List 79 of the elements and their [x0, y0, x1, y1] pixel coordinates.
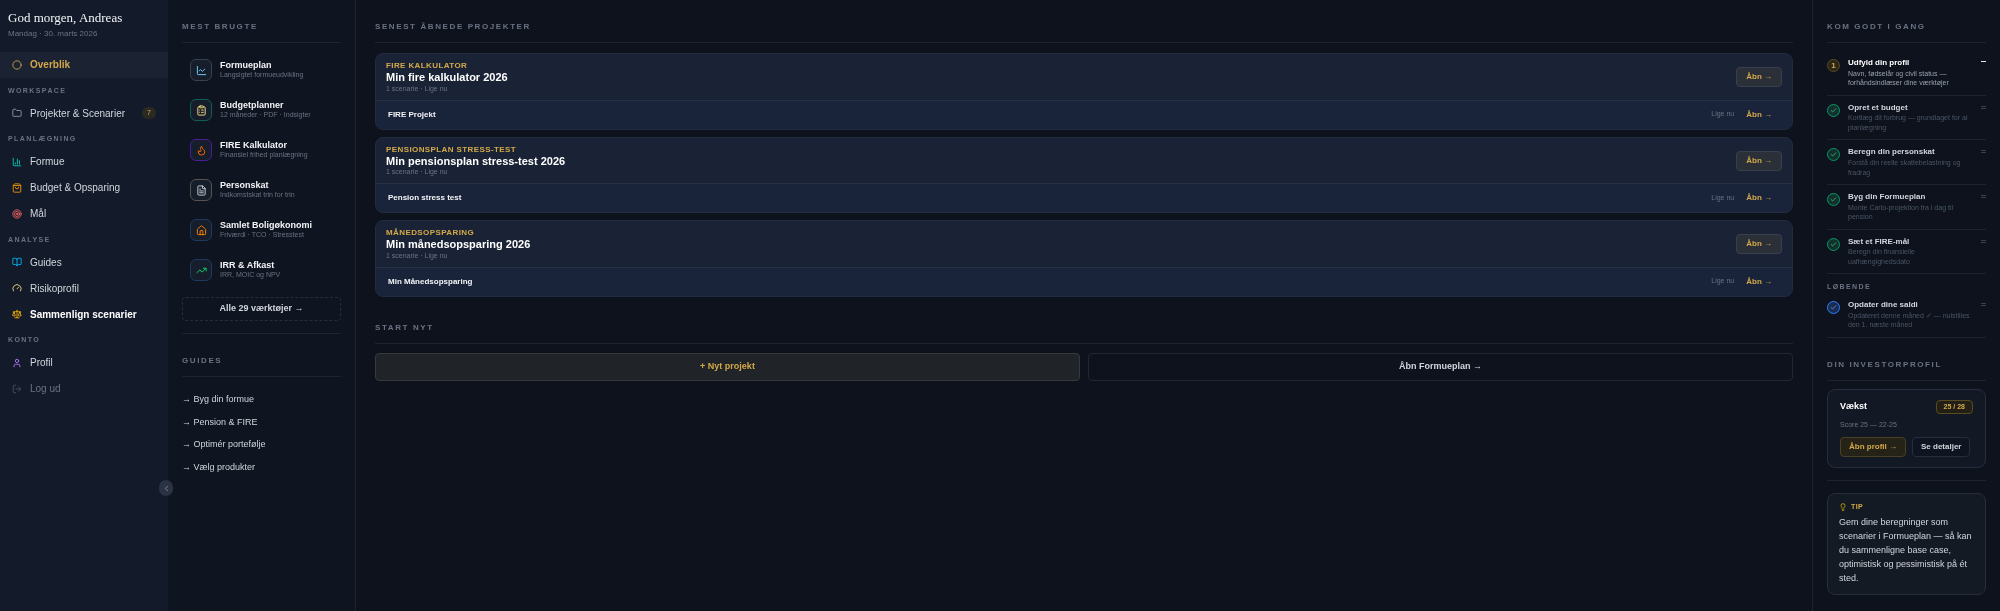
drag-handle-icon[interactable] — [1981, 105, 1986, 109]
project-category: MÅNEDSOPSPARING — [386, 228, 475, 238]
drag-handle-icon[interactable] — [1981, 239, 1986, 243]
drag-handle-icon[interactable] — [1981, 150, 1986, 154]
step-number: 1 — [1827, 59, 1840, 72]
circle-icon — [12, 59, 22, 70]
step-title: Sæt et FIRE-mål — [1848, 236, 1911, 248]
nav-item[interactable]: Formue — [0, 148, 168, 175]
tool-name: FIRE Kalkulator — [220, 140, 288, 152]
trend-icon — [190, 259, 212, 281]
tool-name: Samlet Boligøkonomi — [220, 220, 312, 232]
scale-icon — [12, 309, 22, 319]
guide-link[interactable]: → Pension & FIRE — [182, 415, 258, 429]
target-icon — [12, 208, 22, 219]
nav-item[interactable]: Profil — [0, 349, 168, 376]
line-chart-icon — [190, 59, 212, 81]
section-heading: SENEST ÅBNEDE PROJEKTER — [375, 22, 531, 31]
date-text: Mandag · 30. marts 2026 — [8, 27, 98, 40]
open-link[interactable]: Åbn → — [1746, 108, 1772, 121]
open-button[interactable]: Åbn → — [1736, 150, 1782, 171]
logout-icon — [12, 383, 22, 394]
tip-text: Gem dine beregninger som scenarier i Formueplan — så kan du sammenligne base case, optimistisk og pessimistisk på ét sted. — [1839, 516, 1973, 585]
drag-handle-icon[interactable] — [1981, 302, 1986, 306]
scenario-name: Pension stress test — [388, 192, 463, 204]
open-link[interactable]: Åbn → — [1746, 275, 1772, 288]
section-heading: START NYT — [375, 322, 434, 332]
bag-icon — [12, 182, 22, 193]
nav-item[interactable]: Overblik — [0, 51, 168, 78]
nav-item[interactable]: Guides — [0, 249, 168, 275]
step-title: Opdater dine saldi — [1848, 299, 1919, 311]
book-icon — [12, 257, 22, 267]
tool-name: Personskat — [220, 180, 270, 192]
tool-name: Budgetplanner — [220, 100, 285, 111]
project-name: Min fire kalkulator 2026 — [386, 71, 508, 85]
step-title: Udfyld din profil — [1848, 58, 1911, 69]
project-name: Min pensionsplan stress-test 2026 — [386, 154, 566, 169]
open-button[interactable]: Åbn → — [1736, 67, 1782, 88]
nav-item[interactable]: Risikoprofil — [0, 275, 168, 301]
collapse-button[interactable] — [159, 480, 173, 496]
house-icon — [190, 219, 212, 241]
section-heading: DIN INVESTORPROFIL — [1827, 359, 1942, 369]
greeting: God morgen, Andreas — [8, 9, 123, 27]
scenario-name: Min Månedsopsparing — [388, 275, 474, 288]
guide-link[interactable]: → Byg din formue — [182, 393, 255, 407]
new-project-button[interactable]: + Nyt projekt — [375, 352, 1080, 381]
section-heading: MEST BRUGTE — [182, 22, 258, 31]
nav-item[interactable]: Mål — [0, 200, 168, 227]
open-profile-button[interactable]: Åbn profil → — [1840, 436, 1906, 457]
drag-handle-icon[interactable] — [1981, 195, 1986, 198]
nav-item[interactable]: Budget & Opsparing — [0, 174, 168, 201]
gauge-icon — [12, 283, 22, 293]
open-link[interactable]: Åbn → — [1746, 192, 1772, 204]
document-icon — [190, 179, 212, 201]
open-formueplan-button[interactable]: Åbn Formueplan → — [1088, 352, 1793, 381]
step-title: Beregn din personskat — [1848, 147, 1936, 159]
nav-item[interactable]: Log ud — [0, 375, 168, 402]
section-heading: GUIDES — [182, 356, 223, 365]
tool-name: IRR & Afkast — [220, 260, 276, 272]
user-icon — [12, 357, 22, 368]
flame-icon — [190, 139, 212, 161]
section-heading: KOM GODT I GANG — [1827, 22, 1926, 31]
step-title: Byg din Formueplan — [1848, 192, 1927, 203]
all-tools-button[interactable]: Alle 29 værktøjer → — [182, 297, 341, 321]
scenario-name: FIRE Projekt — [388, 108, 437, 121]
project-category: FIRE KALKULATOR — [386, 61, 468, 71]
bar-chart-icon — [12, 156, 22, 167]
details-button[interactable]: Se detaljer — [1912, 436, 1971, 457]
profile-type: Vækst — [1840, 400, 1867, 414]
project-category: PENSIONSPLAN STRESS-TEST — [386, 144, 517, 155]
lightbulb-icon — [1839, 502, 1847, 511]
guide-link[interactable]: → Optimér portefølje — [182, 438, 266, 452]
clipboard-icon — [190, 99, 212, 121]
folder-icon — [12, 108, 22, 118]
tool-name: Formueplan — [220, 60, 273, 72]
open-button[interactable]: Åbn → — [1736, 234, 1782, 255]
nav-item[interactable]: Sammenlign scenarier — [0, 301, 168, 327]
step-title: Opret et budget — [1848, 102, 1909, 114]
project-name: Min månedsopsparing 2026 — [386, 238, 531, 252]
guide-link[interactable]: → Vælg produkter — [182, 460, 256, 474]
